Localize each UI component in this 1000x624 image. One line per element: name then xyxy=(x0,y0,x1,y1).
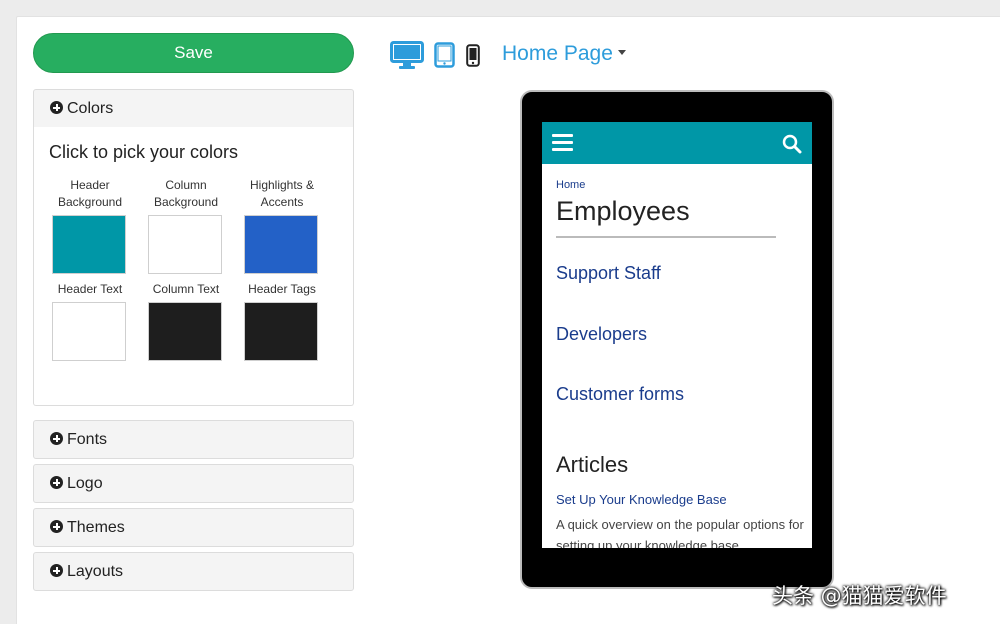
articles-heading: Articles xyxy=(556,452,629,477)
colors-panel: Click to pick your colors Header Backgro… xyxy=(33,127,354,406)
swatch-label-header-tags: Header Tags xyxy=(248,282,316,296)
title-divider xyxy=(556,236,776,238)
phone-icon[interactable] xyxy=(466,44,480,67)
caret-down-icon xyxy=(617,50,626,55)
swatch-highlights-accents[interactable] xyxy=(244,215,318,274)
plus-circle-icon xyxy=(50,564,63,577)
search-icon[interactable] xyxy=(782,134,802,154)
tablet-preview: Home Employees Support Staff Developers … xyxy=(520,90,834,589)
category-link-developers[interactable]: Developers xyxy=(556,324,647,345)
swatch-header-background[interactable] xyxy=(52,215,126,274)
fonts-accordion-header[interactable]: Fonts xyxy=(33,420,354,459)
swatch-label-column-background: Column Background xyxy=(153,178,219,209)
plus-circle-icon xyxy=(50,476,63,489)
article-description: A quick overview on the popular options … xyxy=(556,517,804,548)
preview-screen: Home Employees Support Staff Developers … xyxy=(542,122,812,548)
preview-page-title: Employees xyxy=(556,196,690,226)
plus-circle-icon xyxy=(50,520,63,533)
category-link-support-staff[interactable]: Support Staff xyxy=(556,263,661,284)
preview-header xyxy=(542,122,812,164)
colors-label: Colors xyxy=(67,100,114,117)
swatch-label-column-text: Column Text xyxy=(152,282,220,296)
swatch-column-text[interactable] xyxy=(148,302,222,361)
swatch-header-tags[interactable] xyxy=(244,302,318,361)
page-select-value: Home Page xyxy=(502,42,613,65)
article-link[interactable]: Set Up Your Knowledge Base xyxy=(556,492,727,507)
category-link-customer-forms[interactable]: Customer forms xyxy=(556,384,684,405)
desktop-icon[interactable] xyxy=(390,41,424,70)
themes-label: Themes xyxy=(67,519,125,536)
themes-accordion-header[interactable]: Themes xyxy=(33,508,354,547)
colors-panel-title: Click to pick your colors xyxy=(49,142,239,162)
breadcrumb-home[interactable]: Home xyxy=(556,179,585,191)
layouts-label: Layouts xyxy=(67,563,124,580)
save-button[interactable]: Save xyxy=(33,33,354,73)
watermark-text: 头条 @猫猫爱软件 xyxy=(772,584,947,608)
swatch-header-text[interactable] xyxy=(52,302,126,361)
plus-circle-icon xyxy=(50,101,63,114)
swatch-label-header-background: Header Background xyxy=(57,178,123,209)
layouts-accordion-header[interactable]: Layouts xyxy=(33,552,354,591)
fonts-label: Fonts xyxy=(67,431,108,448)
logo-accordion-header[interactable]: Logo xyxy=(33,464,354,503)
swatch-column-background[interactable] xyxy=(148,215,222,274)
plus-circle-icon xyxy=(50,432,63,445)
tablet-icon[interactable] xyxy=(434,42,455,68)
page-select-dropdown[interactable]: Home Page xyxy=(502,42,626,66)
hamburger-menu-icon[interactable] xyxy=(552,134,573,152)
colors-accordion-header[interactable]: Colors xyxy=(33,89,354,128)
logo-label: Logo xyxy=(67,475,103,492)
swatch-label-highlights-accents: Highlights & Accents xyxy=(249,178,315,209)
swatch-label-header-text: Header Text xyxy=(57,282,123,296)
